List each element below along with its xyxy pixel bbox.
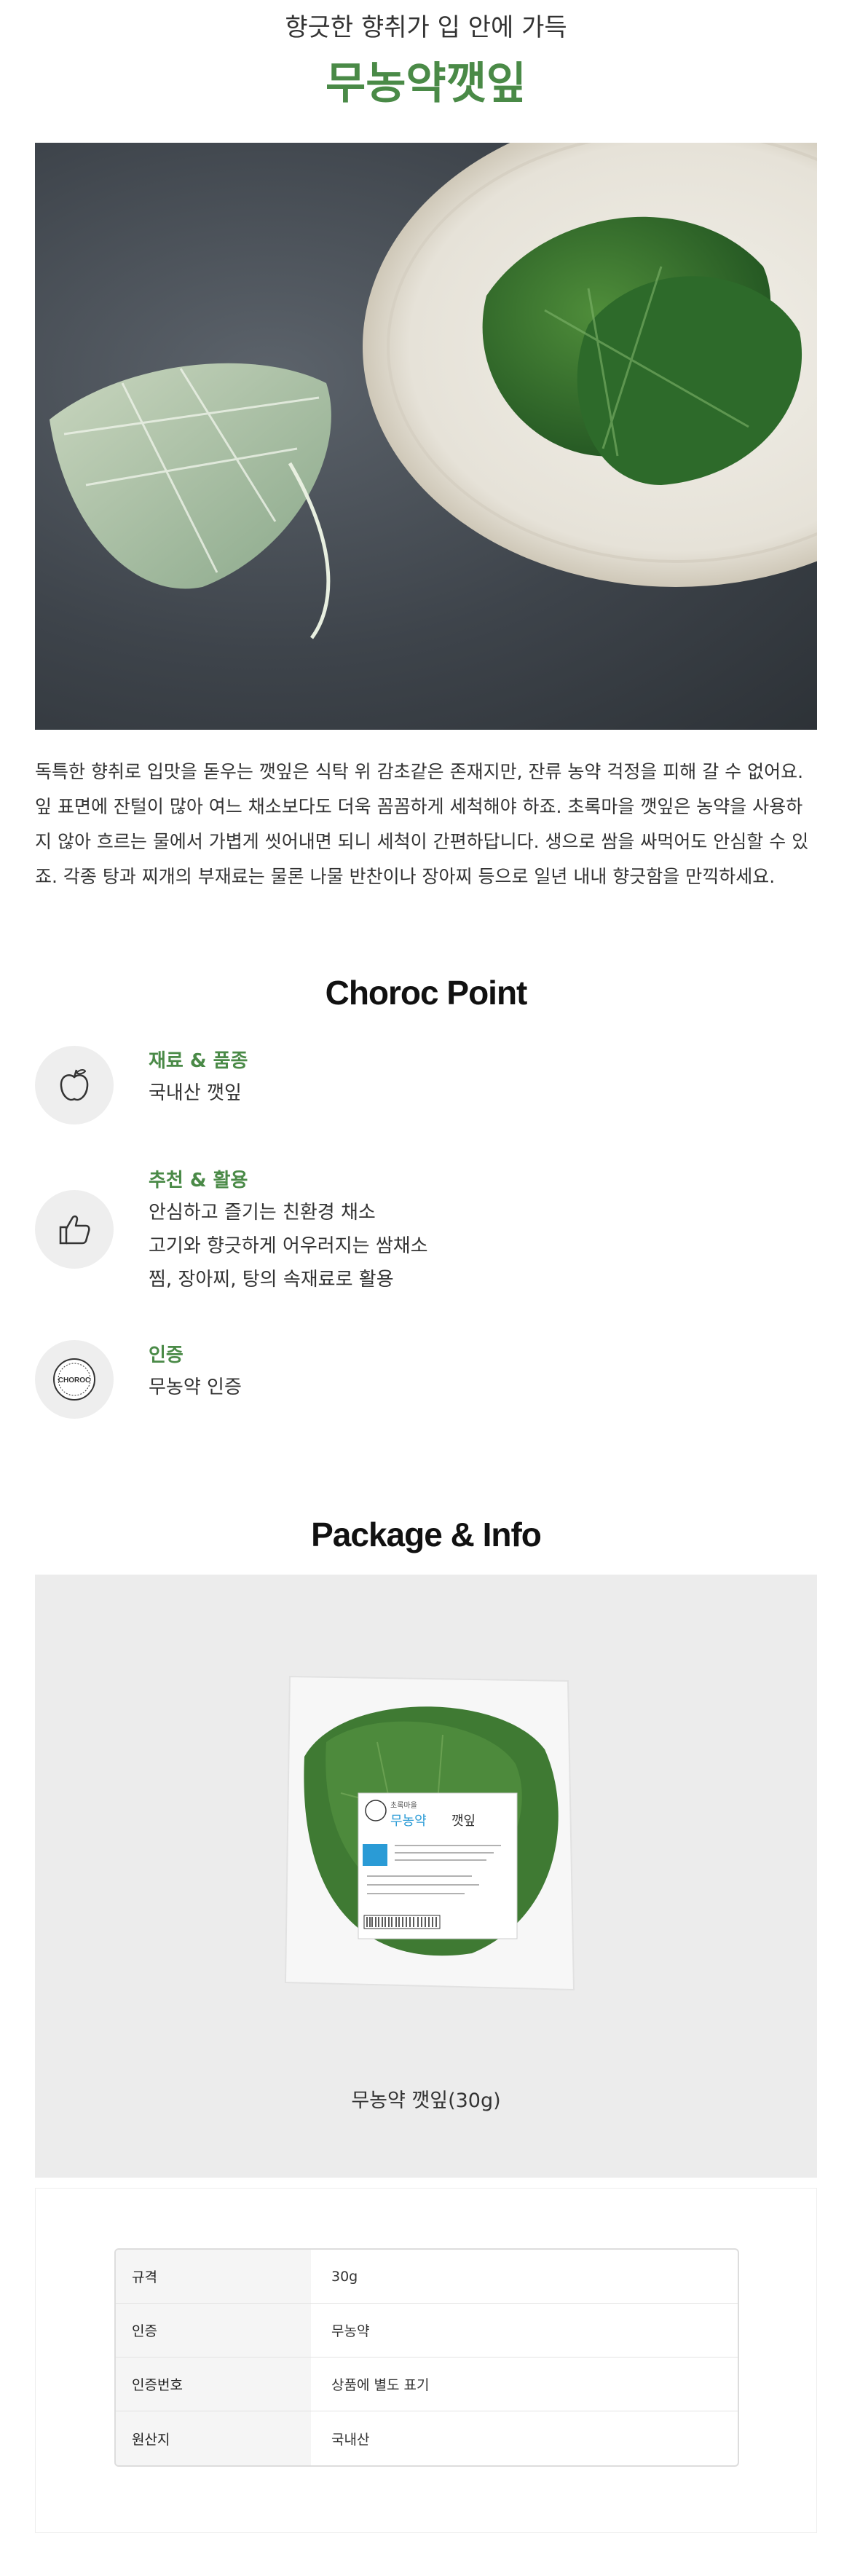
apple-icon: [35, 1046, 114, 1124]
table-key: 인증: [116, 2304, 311, 2358]
point-certification: CHOROC 인증 무농약 인증: [35, 1340, 817, 1427]
table-value: 상품에 별도 표기: [311, 2358, 738, 2411]
package-caption: 무농약 깻잎(30g): [351, 2089, 501, 2112]
point-line: 국내산 깻잎: [149, 1082, 242, 1104]
table-row: 인증 무농약: [116, 2304, 738, 2358]
product-info-box: 규격 30g 인증 무농약 인증번호 상품에 별도 표기 원산지 국내산: [35, 2188, 817, 2533]
point-line: 무농약 인증: [149, 1376, 242, 1398]
badge-text: CHOROC: [58, 1376, 90, 1384]
point-line: 안심하고 즐기는 친환경 채소: [149, 1202, 376, 1224]
table-value: 국내산: [331, 2431, 370, 2448]
point-line: 고기와 향긋하게 어우러지는 쌈채소: [149, 1235, 428, 1257]
table-key: 원산지: [116, 2411, 311, 2465]
point-label: 인증: [149, 1344, 184, 1366]
package-label-brand: 초록마을: [390, 1802, 417, 1810]
product-description: 독특한 향취로 입맛을 돋우는 깻잎은 식탁 위 감초같은 존재지만, 잔류 농…: [35, 761, 809, 887]
point-label: 추천 & 활용: [149, 1170, 248, 1192]
package-label-name: 깻잎: [451, 1813, 476, 1829]
table-value: 30g: [311, 2250, 738, 2304]
page-subtitle: 향긋한 향취가 입 안에 가득: [285, 13, 567, 42]
table-value: 무농약: [311, 2304, 738, 2358]
table-row: 인증번호 상품에 별도 표기: [116, 2358, 738, 2411]
table-key: 인증번호: [116, 2358, 311, 2411]
choroc-point-heading: Choroc Point: [325, 974, 528, 1012]
point-label: 재료 & 품종: [149, 1050, 248, 1072]
point-line: 찜, 장아찌, 탕의 속재료로 활용: [149, 1269, 394, 1291]
table-row: 규격 30g: [116, 2250, 738, 2304]
product-info-table: 규격 30g 인증 무농약 인증번호 상품에 별도 표기 원산지 국내산: [114, 2248, 739, 2467]
page-title: 무농약깻잎: [326, 58, 526, 109]
point-recommendation: 추천 & 활용 안심하고 즐기는 친환경 채소 고기와 향긋하게 어우러지는 쌈…: [35, 1165, 817, 1291]
table-key: 규격: [116, 2250, 311, 2304]
package-label-tag: 무농약: [390, 1813, 427, 1829]
package-info-heading: Package & Info: [311, 1516, 542, 1553]
choroc-badge-icon: CHOROC: [35, 1340, 114, 1419]
hero-illustration: [50, 143, 817, 639]
package-image-box: 초록마을 무농약 깻잎 무농약 깻잎(30g): [35, 1575, 817, 2178]
table-row: 원산지 국내산: [116, 2411, 738, 2465]
point-ingredient: 재료 & 품종 국내산 깻잎: [35, 1046, 817, 1133]
thumbs-up-icon: [35, 1190, 114, 1269]
hero-image-perilla-leaves: [35, 143, 817, 730]
